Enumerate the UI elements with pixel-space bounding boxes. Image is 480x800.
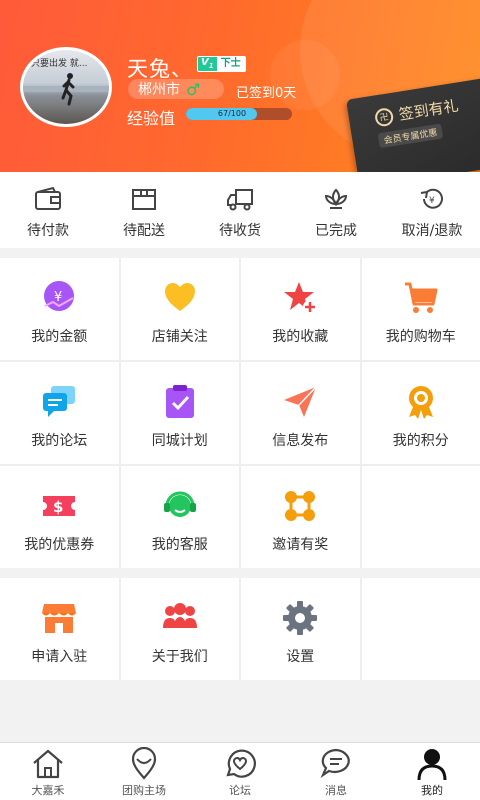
menu-label: 邀请有奖: [272, 537, 329, 553]
menu-my-points[interactable]: 我的积分: [361, 362, 480, 464]
avatar-caption: 只要出发 就...: [31, 59, 88, 69]
location-pill: 郴州市 ♂: [128, 79, 224, 99]
menu-label: 我的优惠券: [24, 537, 95, 553]
menu-apply-join[interactable]: 申请入驻: [0, 578, 119, 680]
order-label: 待配送: [123, 223, 165, 239]
menu-my-forum[interactable]: 我的论坛: [0, 362, 119, 464]
settings-grid: 申请入驻 关于我们 设置: [0, 578, 480, 680]
heart-icon: [164, 283, 195, 311]
order-completed[interactable]: 已完成: [288, 172, 384, 248]
star-plus-icon: [284, 282, 318, 314]
tab-label: 大嘉禾: [31, 784, 65, 797]
menu-label: 我的积分: [392, 433, 449, 449]
menu-about-us[interactable]: 关于我们: [120, 578, 239, 680]
truck-icon: [227, 189, 253, 211]
menu-label: 我的客服: [151, 537, 208, 553]
wallet-yen-icon: ¥: [44, 281, 75, 311]
package-icon: [132, 189, 156, 210]
city-label: 郴州市: [138, 82, 180, 98]
order-refund[interactable]: ¥ 取消/退款: [384, 172, 480, 248]
order-pending-receipt[interactable]: 待收货: [192, 172, 288, 248]
menu-my-coupons[interactable]: $ 我的优惠券: [0, 466, 119, 568]
order-label: 待付款: [27, 223, 69, 239]
checkin-reward-subtitle: 会员专属优惠: [377, 123, 444, 149]
menu-label: 我的论坛: [31, 433, 88, 449]
tab-messages[interactable]: 消息: [288, 743, 384, 800]
checkin-reward-title: 签到有礼: [397, 96, 460, 124]
menu-label: 信息发布: [272, 433, 329, 449]
medal-icon: [408, 386, 433, 419]
home-icon: [33, 749, 63, 779]
level-label: 下士: [216, 57, 245, 71]
tab-mine[interactable]: 我的: [384, 743, 480, 800]
checkin-days: 已签到0天: [236, 86, 297, 101]
map-pin-icon: [131, 747, 157, 780]
menu-my-favorites[interactable]: 我的收藏: [241, 258, 360, 360]
coupon-icon: $: [43, 496, 76, 516]
headset-icon: [163, 491, 196, 517]
heart-bubble-icon: [226, 749, 256, 778]
svg-text:¥: ¥: [429, 196, 435, 206]
vip-level-badge: V1 下士: [197, 56, 246, 72]
gear-icon: [283, 601, 318, 635]
menu-label: 我的收藏: [272, 329, 329, 345]
order-status-bar: 待付款 待配送 待收货 已完成 ¥ 取消/退款: [0, 172, 480, 248]
gift-icon: 卍: [373, 106, 395, 128]
clipboard-check-icon: [165, 385, 194, 418]
wallet-icon: [35, 186, 61, 210]
tab-label: 消息: [325, 784, 347, 797]
feature-grid: ¥ 我的金额 店铺关注 我的收藏 我的购物车 我的论坛 同城计划 信息发布 我的…: [0, 258, 480, 568]
menu-customer-service[interactable]: 我的客服: [120, 466, 239, 568]
svg-text:$: $: [53, 498, 63, 516]
menu-city-plan[interactable]: 同城计划: [120, 362, 239, 464]
refund-icon: ¥: [420, 188, 443, 209]
menu-label: 设置: [286, 649, 315, 665]
lotus-icon: [324, 188, 348, 209]
menu-settings[interactable]: 设置: [241, 578, 360, 680]
menu-my-balance[interactable]: ¥ 我的金额: [0, 258, 119, 360]
tab-forum[interactable]: 论坛: [192, 743, 288, 800]
exp-label: 经验值: [127, 109, 176, 128]
tab-label: 论坛: [229, 784, 251, 797]
menu-label: 关于我们: [151, 649, 208, 665]
runner-silhouette-icon: [61, 73, 75, 106]
menu-label: 申请入驻: [31, 649, 88, 665]
tab-home[interactable]: 大嘉禾: [0, 743, 96, 800]
menu-my-cart[interactable]: 我的购物车: [361, 258, 480, 360]
exp-progress-text: 67/100: [217, 109, 247, 118]
paper-plane-icon: [284, 386, 317, 417]
bottom-tab-bar: 大嘉禾 团购主场 论坛 消息 我的: [0, 742, 480, 800]
order-label: 待收货: [219, 223, 261, 239]
person-icon: [417, 749, 447, 781]
order-label: 已完成: [315, 223, 357, 239]
menu-invite-reward[interactable]: 邀请有奖: [241, 466, 360, 568]
tab-label: 我的: [421, 784, 443, 797]
profile-header: 只要出发 就... 天兔、 V1 下士 郴州市 ♂ 已签到0天 经验值 67/1…: [0, 0, 480, 172]
menu-post-info[interactable]: 信息发布: [241, 362, 360, 464]
empty-cell: [361, 466, 480, 568]
store-icon: [42, 604, 77, 633]
menu-label: 同城计划: [151, 433, 208, 449]
order-label: 取消/退款: [401, 223, 463, 239]
message-icon: [320, 748, 350, 778]
exp-progress-bar: 67/100: [186, 108, 292, 120]
menu-label: 店铺关注: [151, 329, 208, 345]
avatar[interactable]: 只要出发 就...: [20, 47, 112, 127]
menu-label: 我的购物车: [385, 329, 456, 345]
group-icon: [162, 603, 197, 628]
menu-shop-follow[interactable]: 店铺关注: [120, 258, 239, 360]
menu-label: 我的金额: [31, 329, 88, 345]
tab-group-buy[interactable]: 团购主场: [96, 743, 192, 800]
tab-label: 团购主场: [122, 784, 166, 797]
empty-cell: [361, 578, 480, 680]
order-pending-delivery[interactable]: 待配送: [96, 172, 192, 248]
vip-mark: V1: [201, 56, 214, 70]
male-icon: ♂: [186, 79, 201, 99]
share-nodes-icon: [285, 491, 316, 521]
order-pending-payment[interactable]: 待付款: [0, 172, 96, 248]
cart-icon: [404, 282, 438, 313]
chat-bubbles-icon: [43, 386, 76, 417]
